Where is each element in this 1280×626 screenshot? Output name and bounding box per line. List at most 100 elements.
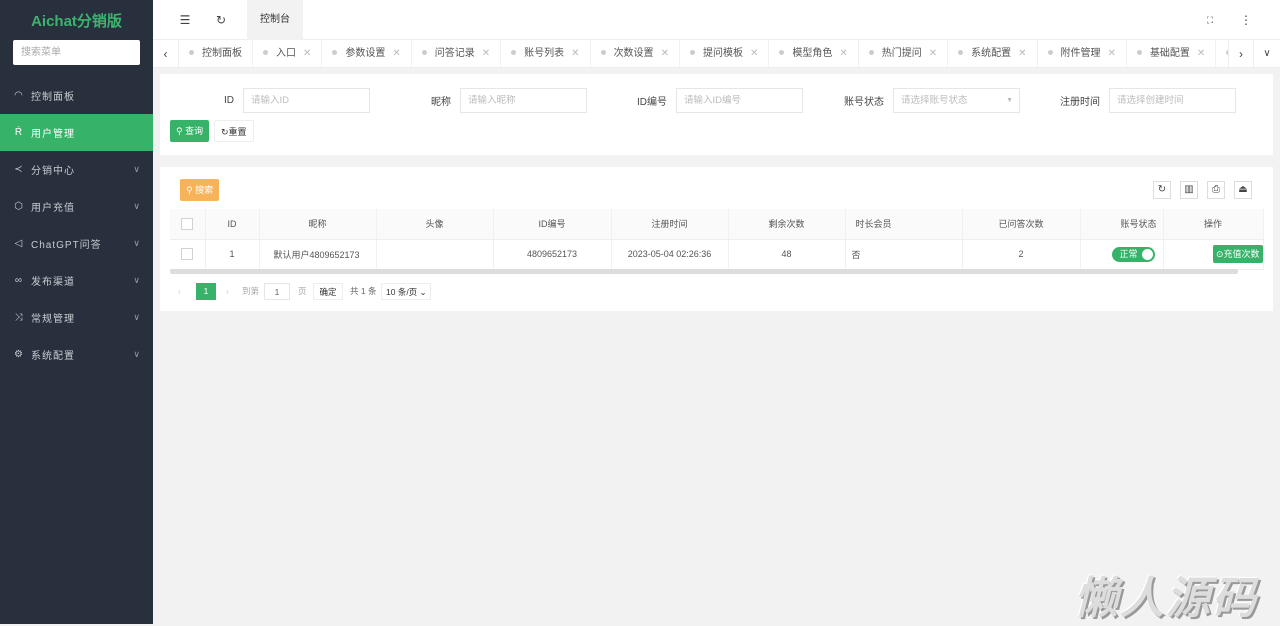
column-header[interactable]: 头像 xyxy=(376,209,494,240)
column-header[interactable]: 时长会员 xyxy=(845,209,963,240)
status-select[interactable]: 请选择账号状态 ▼ xyxy=(893,88,1020,113)
close-icon[interactable]: ✕ xyxy=(839,48,847,59)
more-icon[interactable]: ⋮ xyxy=(1236,0,1256,40)
row-checkbox[interactable] xyxy=(181,248,194,260)
close-icon[interactable]: ✕ xyxy=(1018,48,1026,59)
fullscreen-icon[interactable]: ⛶ xyxy=(1200,0,1220,40)
app-logo: Aichat分销版 xyxy=(31,13,122,30)
close-icon[interactable]: ✕ xyxy=(929,48,937,59)
tab-console[interactable]: 控制台 xyxy=(247,0,303,40)
sidebar-item-label: 分销中心 xyxy=(31,166,75,177)
sidebar: Aichat分销版 搜索菜单 ◠ 控制面板 Ŕ 用户管理 ≺ 分销中心 ∨ ⬡ 用户充值 ∨… xyxy=(0,0,153,624)
menu-search-input[interactable]: 搜索菜单 xyxy=(13,40,140,65)
chevron-down-icon: ∨ xyxy=(133,238,141,248)
box-icon: ⬡ xyxy=(14,201,24,212)
gear-icon: ⚙ xyxy=(14,349,24,360)
tab-item[interactable]: 参数设置 ✕ xyxy=(322,40,412,67)
close-icon[interactable]: ✕ xyxy=(750,48,758,59)
filter-status: 账号状态 请选择账号状态 ▼ xyxy=(844,88,1020,113)
reg-time-input[interactable]: 请选择创建时间 xyxy=(1109,88,1236,113)
chevron-down-icon: ∨ xyxy=(133,275,141,285)
goto-confirm-button[interactable]: 确定 xyxy=(313,283,343,300)
caret-down-icon: ▼ xyxy=(1006,97,1013,104)
chevron-right-icon[interactable]: › xyxy=(1228,40,1254,67)
sidebar-item-dashboard[interactable]: ◠ 控制面板 xyxy=(0,77,153,114)
column-header[interactable]: 昵称 xyxy=(259,209,377,240)
column-header[interactable]: 账号状态 xyxy=(1080,209,1164,240)
sidebar-item-users[interactable]: Ŕ 用户管理 xyxy=(0,114,153,151)
table-header-row: ID 昵称 头像 ID编号 注册时间 剩余次数 时长会员 已问答次数 账号状态 … xyxy=(170,209,1264,240)
sidebar-item-channels[interactable]: ∞ 发布渠道 ∨ xyxy=(0,262,153,299)
search-toggle-button[interactable]: ⚲ 搜索 xyxy=(180,179,220,201)
infinity-icon: ∞ xyxy=(14,275,24,286)
sidebar-item-label: ChatGPT问答 xyxy=(31,240,102,251)
tab-item[interactable]: 次数设置 ✕ xyxy=(591,40,680,67)
sidebar-item-recharge[interactable]: ⬡ 用户充值 ∨ xyxy=(0,188,153,225)
nickname-input[interactable]: 请输入昵称 xyxy=(460,88,587,113)
avatar xyxy=(376,239,494,270)
query-button[interactable]: ⚲ 查询 xyxy=(170,120,210,142)
sidebar-item-label: 控制面板 xyxy=(31,92,75,103)
shuffle-icon: ⤨ xyxy=(14,312,24,323)
sidebar-item-label: 常规管理 xyxy=(31,314,75,325)
tab-item[interactable]: 控制面板 xyxy=(179,40,253,67)
close-icon[interactable]: ✕ xyxy=(661,48,669,59)
tab-item[interactable]: 账号列表 ✕ xyxy=(501,40,591,67)
close-icon[interactable]: ✕ xyxy=(1197,48,1205,59)
column-header: 操作 xyxy=(1163,209,1264,240)
close-icon[interactable]: ✕ xyxy=(482,48,490,59)
refresh-icon[interactable]: ↻ xyxy=(211,0,231,40)
print-icon[interactable]: ⎙ xyxy=(1207,181,1225,199)
sidebar-item-distribution[interactable]: ≺ 分销中心 ∨ xyxy=(0,151,153,188)
close-icon[interactable]: ✕ xyxy=(1108,48,1116,59)
sidebar-item-general[interactable]: ⤨ 常规管理 ∨ xyxy=(0,299,153,336)
refresh-icon[interactable]: ↻ xyxy=(1153,181,1171,199)
recharge-button[interactable]: ⊙充值次数 xyxy=(1212,245,1263,263)
horizontal-scrollbar[interactable] xyxy=(170,269,1238,274)
chevron-left-icon[interactable]: ‹ xyxy=(153,40,179,67)
page-1[interactable]: 1 xyxy=(196,283,216,300)
columns-icon[interactable]: ▥ xyxy=(1180,181,1198,199)
select-all-checkbox[interactable] xyxy=(181,217,194,230)
page-size-select[interactable]: 10 条/页 ⌄ xyxy=(381,283,431,300)
share-icon: ≺ xyxy=(14,164,24,175)
column-header[interactable]: ID编号 xyxy=(493,209,612,240)
column-header[interactable]: 已问答次数 xyxy=(962,209,1081,240)
tab-item[interactable]: 热门提问 ✕ xyxy=(859,40,949,67)
tab-item[interactable]: 模型角色 ✕ xyxy=(769,40,859,67)
tab-item[interactable]: 问答记录 ✕ xyxy=(412,40,502,67)
tab-item[interactable]: 提问模板 ✕ xyxy=(680,40,770,67)
close-icon[interactable]: ✕ xyxy=(571,48,579,59)
tab-item[interactable]: 基础配置 ✕ xyxy=(1127,40,1217,67)
tab-item[interactable]: 系统配置 ✕ xyxy=(948,40,1038,67)
goto-page-input[interactable]: 1 xyxy=(264,283,290,300)
search-icon: ⚲ xyxy=(186,185,196,195)
id-input[interactable]: 请输入ID xyxy=(243,88,370,113)
watermark: 懒人源码 xyxy=(1074,574,1258,623)
id-no-input[interactable]: 请输入ID编号 xyxy=(676,88,803,113)
sidebar-item-label: 用户管理 xyxy=(31,129,75,140)
column-header[interactable]: 注册时间 xyxy=(611,209,729,240)
close-icon[interactable]: ✕ xyxy=(303,48,311,59)
tab-item[interactable]: 附件管理 ✕ xyxy=(1038,40,1127,67)
chevron-down-icon: ∨ xyxy=(133,201,141,211)
status-toggle[interactable]: 正常 xyxy=(1112,246,1155,262)
filter-id: ID 请输入ID xyxy=(224,88,370,113)
sidebar-item-label: 系统配置 xyxy=(31,351,75,362)
column-header[interactable]: ID xyxy=(205,209,260,240)
chevron-down-icon: ∨ xyxy=(133,312,141,322)
reset-button[interactable]: ↻重置 xyxy=(214,120,254,142)
prev-page-icon[interactable]: ‹ xyxy=(178,283,181,300)
sidebar-item-chatgpt[interactable]: ◁ ChatGPT问答 ∨ xyxy=(0,225,153,262)
export-icon[interactable]: ⏏ xyxy=(1234,181,1252,199)
sidebar-item-system[interactable]: ⚙ 系统配置 ∨ xyxy=(0,336,153,373)
next-page-icon[interactable]: › xyxy=(226,283,229,300)
close-icon[interactable]: ✕ xyxy=(392,48,400,59)
filter-nickname: 昵称 请输入昵称 xyxy=(431,88,587,113)
chevron-down-icon[interactable]: ∨ xyxy=(1254,40,1280,67)
send-icon: ◁ xyxy=(14,238,24,249)
table-row: 1 默认用户4809652173 4809652173 2023-05-04 0… xyxy=(170,239,1264,270)
tab-item[interactable]: 入口 ✕ xyxy=(253,40,323,67)
menu-toggle-icon[interactable]: ☰ xyxy=(175,0,195,40)
column-header[interactable]: 剩余次数 xyxy=(728,209,846,240)
